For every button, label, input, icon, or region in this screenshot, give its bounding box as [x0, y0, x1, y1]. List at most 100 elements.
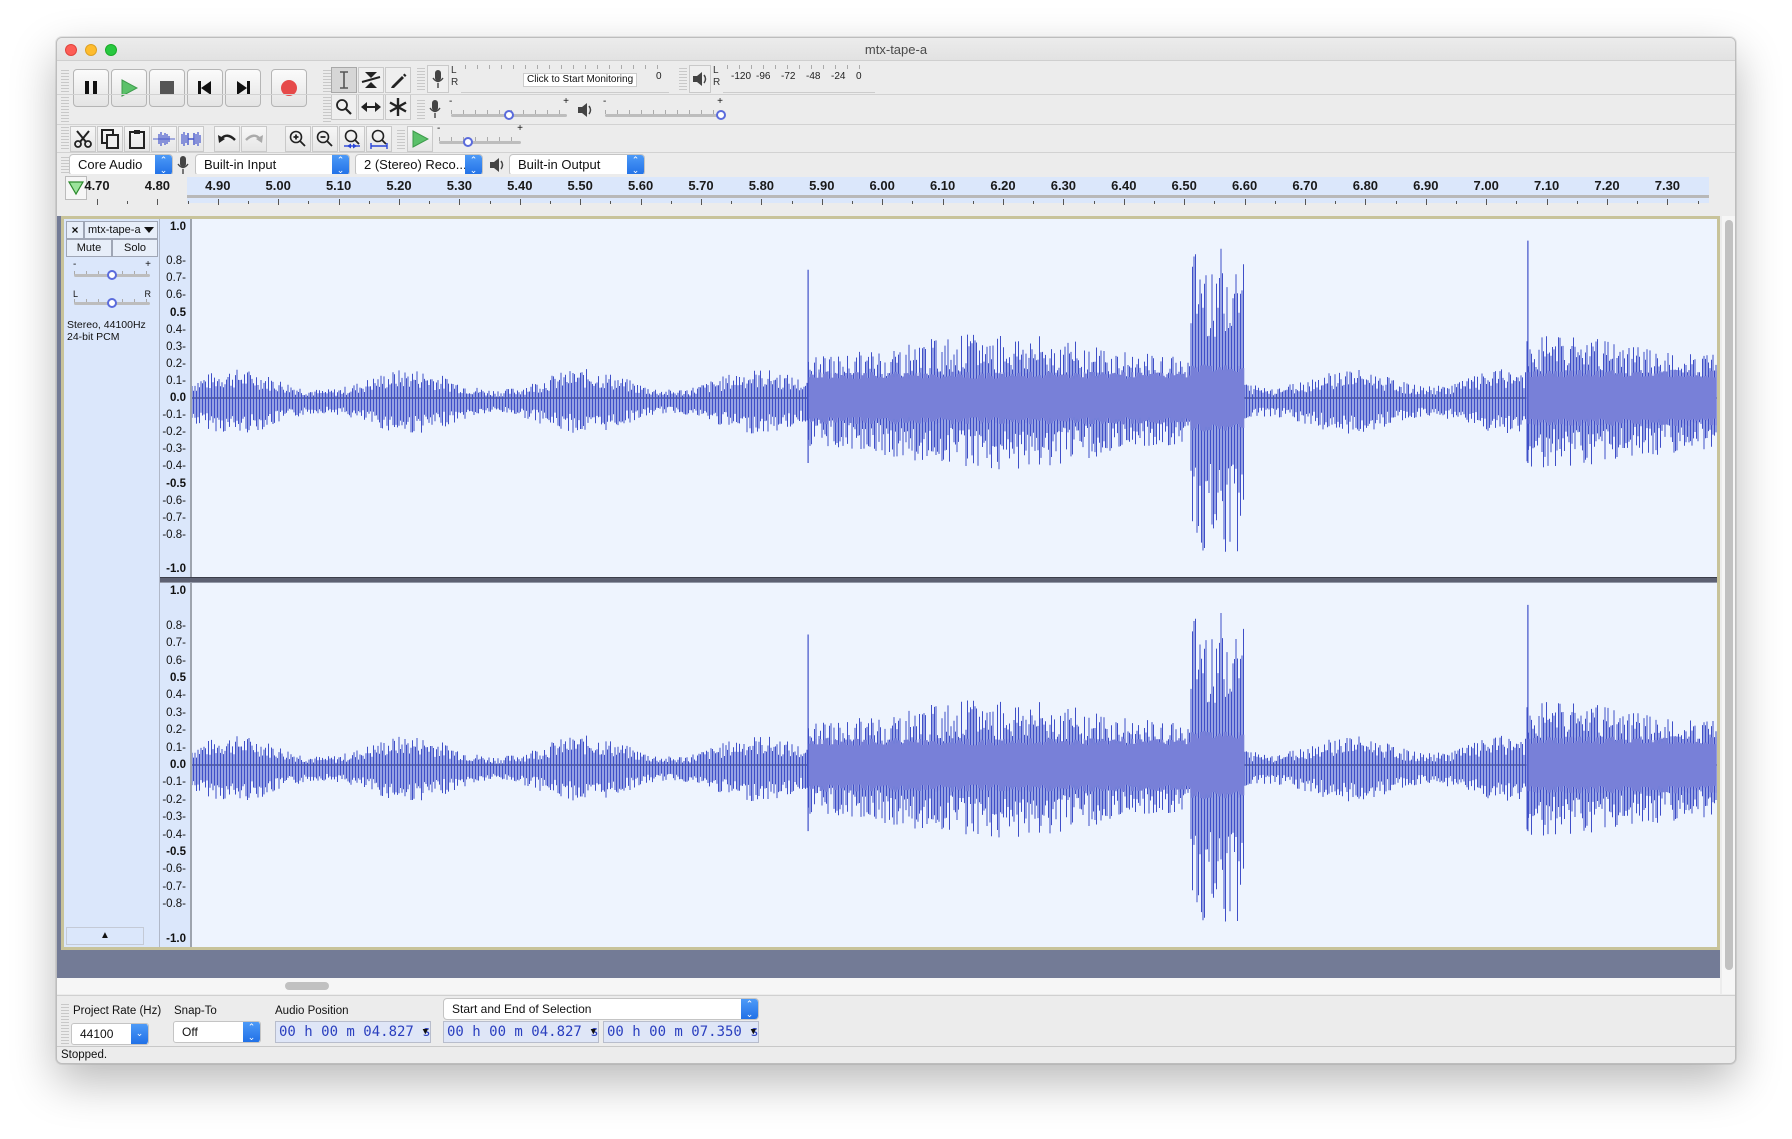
timeline-ruler[interactable]: 4.70 4.80 4.90 5.00 5.10 5.20 5.30 5.40 5.50 5.60…	[57, 174, 1735, 210]
amplitude-label: 0.8-	[166, 619, 186, 632]
clipboard-icon	[129, 130, 145, 149]
close-window-button[interactable]	[65, 44, 77, 56]
ruler-tick-label: 5.70	[688, 178, 714, 193]
selection-toolbar-grip[interactable]	[61, 1002, 69, 1044]
right-channel-waveform[interactable]	[192, 583, 1717, 947]
ruler-minor-tick	[187, 201, 189, 204]
track-name-menu[interactable]: mtx-tape-a	[84, 221, 158, 239]
fit-selection-button[interactable]	[339, 126, 365, 152]
play-at-speed-button[interactable]	[407, 126, 433, 152]
left-channel-waveform[interactable]	[192, 219, 1717, 577]
zoom-window-button[interactable]	[105, 44, 117, 56]
edit-toolbar-grip[interactable]	[61, 128, 69, 150]
audio-host-select[interactable]: Core Audio ⌃ ⌄	[69, 154, 173, 176]
track-control-panel[interactable]: × mtx-tape-a Mute Solo - + L R Stereo, 4…	[64, 219, 160, 947]
fit-project-button[interactable]	[366, 126, 392, 152]
paste-button[interactable]	[124, 126, 150, 152]
play-meter-grip[interactable]	[679, 66, 687, 90]
skip-to-end-button[interactable]	[225, 69, 261, 107]
amplitude-label: 0.0	[170, 392, 186, 404]
zoom-out-button[interactable]	[312, 126, 338, 152]
record-volume-icon	[429, 100, 441, 118]
amplitude-label: 0.3-	[166, 706, 186, 719]
selection-tool[interactable]	[331, 67, 357, 93]
ruler-minor-tick	[610, 201, 612, 204]
amplitude-label: 0.7-	[166, 637, 186, 650]
horizontal-scroll-thumb[interactable]	[285, 982, 329, 990]
play-button[interactable]	[111, 69, 147, 107]
ruler-minor-tick	[368, 201, 370, 204]
amplitude-label: -0.8-	[162, 898, 186, 911]
audio-track[interactable]: × mtx-tape-a Mute Solo - + L R Stereo, 4…	[61, 216, 1720, 950]
time-shift-tool[interactable]	[358, 94, 384, 120]
project-rate-label: Project Rate (Hz)	[73, 1005, 162, 1017]
record-meter-zero: 0	[656, 71, 662, 82]
input-channels-select[interactable]: 2 (Stereo) Reco... ⌃ ⌄	[355, 154, 483, 176]
start-monitoring-label[interactable]: Click to Start Monitoring	[523, 73, 638, 87]
output-device-select[interactable]: Built-in Output ⌃ ⌄	[509, 154, 645, 176]
copy-button[interactable]	[97, 126, 123, 152]
redo-button[interactable]	[241, 126, 267, 152]
track-gain-slider[interactable]: - +	[72, 259, 152, 283]
ruler-tick	[942, 199, 944, 205]
selection-mode-select[interactable]: Start and End of Selection ⌃ ⌄	[443, 998, 759, 1020]
ruler-minor-tick	[1395, 201, 1397, 204]
play-speed-slider[interactable]: - +	[435, 123, 525, 150]
skip-to-start-button[interactable]	[187, 69, 223, 107]
ruler-minor-tick	[731, 201, 733, 204]
play-meter[interactable]: -120 -96 -72 -48 -24 0	[723, 65, 875, 93]
draw-tool[interactable]	[385, 67, 411, 93]
ruler-minor-tick	[1576, 201, 1578, 204]
solo-button[interactable]: Solo	[112, 239, 158, 257]
title-bar: mtx-tape-a	[57, 38, 1735, 61]
play-at-speed-icon	[412, 130, 429, 148]
trim-audio-button[interactable]	[151, 126, 177, 152]
amplitude-label: -0.2-	[162, 426, 186, 439]
record-meter-button[interactable]	[427, 65, 449, 93]
collapse-track-button[interactable]: ▲	[66, 927, 144, 945]
horizontal-scrollbar[interactable]	[57, 978, 1720, 994]
transport-toolbar-grip[interactable]	[61, 68, 69, 128]
ruler-minor-tick	[912, 201, 914, 204]
selection-end-field[interactable]: 00 h 00 m 07.350 s ▼	[603, 1021, 759, 1043]
input-device-select[interactable]: Built-in Input ⌃ ⌄	[195, 154, 350, 176]
stop-button[interactable]	[149, 69, 185, 107]
ruler-tick	[1486, 199, 1488, 205]
mute-button[interactable]: Mute	[66, 239, 112, 257]
silence-audio-button[interactable]	[178, 126, 204, 152]
ruler-minor-tick	[1214, 201, 1216, 204]
record-volume-slider[interactable]: - +	[447, 96, 571, 122]
zoom-in-button[interactable]	[285, 126, 311, 152]
amplitude-label: -0.3-	[162, 811, 186, 824]
playback-volume-slider[interactable]: - +	[601, 96, 726, 122]
play-meter-button[interactable]	[689, 65, 711, 93]
ruler-minor-tick	[1456, 201, 1457, 204]
cut-button[interactable]	[70, 126, 96, 152]
ruler-minor-tick	[489, 201, 491, 204]
vertical-scroll-thumb[interactable]	[1725, 220, 1733, 970]
snap-to-select[interactable]: Off ⌃ ⌄	[173, 1021, 261, 1043]
envelope-tool[interactable]	[358, 67, 384, 93]
zoom-tool[interactable]	[331, 94, 357, 120]
record-meter[interactable]: Click to Start Monitoring 0	[461, 65, 669, 93]
ruler-minor-tick	[429, 201, 431, 204]
record-meter-grip[interactable]	[417, 66, 425, 90]
vertical-scrollbar[interactable]	[1722, 216, 1735, 994]
waveform-samples	[192, 604, 1717, 922]
record-button[interactable]	[271, 69, 307, 107]
track-pan-slider[interactable]: L R	[72, 289, 152, 311]
tools-toolbar-grip[interactable]	[323, 68, 331, 122]
mixer-toolbar-grip[interactable]	[417, 98, 425, 120]
track-close-button[interactable]: ×	[66, 221, 84, 239]
pause-button[interactable]	[73, 69, 109, 107]
play-at-speed-grip[interactable]	[397, 128, 405, 150]
multi-tool[interactable]	[385, 94, 411, 120]
project-rate-select[interactable]: 44100 ⌄	[71, 1023, 149, 1045]
minimize-window-button[interactable]	[85, 44, 97, 56]
selection-start-field[interactable]: 00 h 00 m 04.827 s ▼	[443, 1021, 599, 1043]
undo-button[interactable]	[214, 126, 240, 152]
ruler-tick-label: 6.00	[869, 178, 895, 193]
audio-position-field[interactable]: 00 h 00 m 04.827 s ▼	[275, 1021, 431, 1043]
waveform-samples	[192, 240, 1717, 552]
device-toolbar-grip[interactable]	[61, 155, 69, 175]
